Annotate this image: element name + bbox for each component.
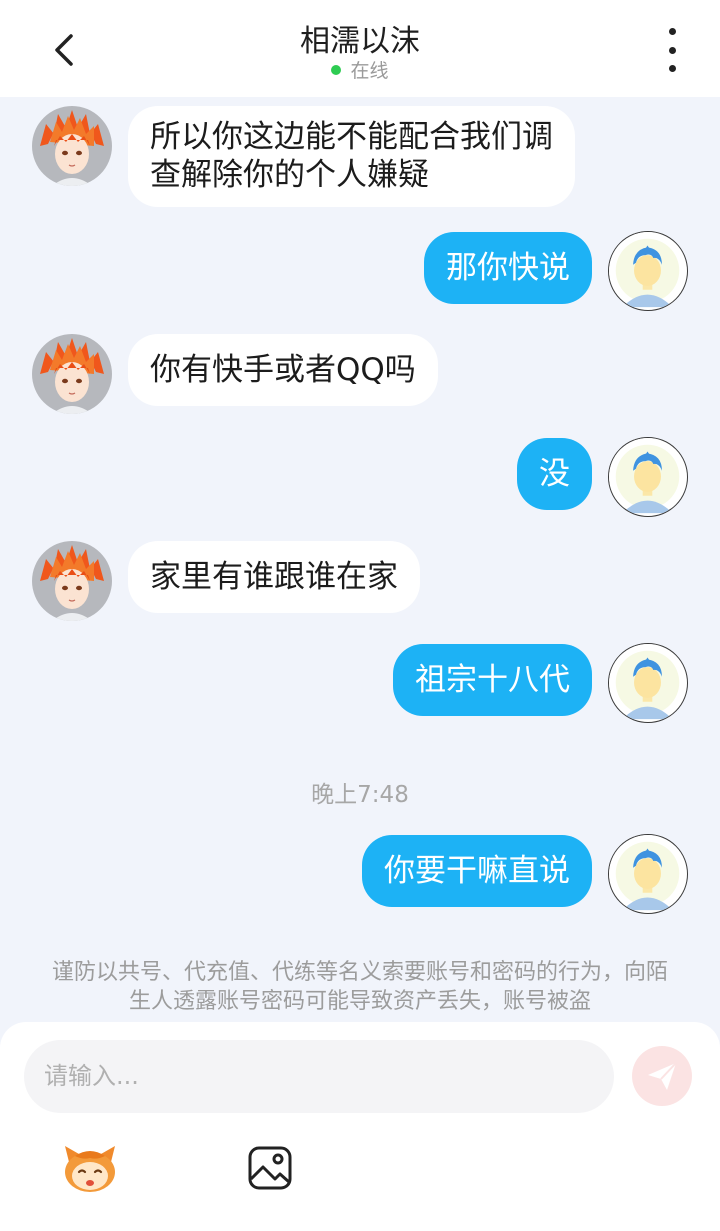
message-text: 家里有谁跟谁在家 <box>150 559 398 595</box>
more-options-button[interactable] <box>652 28 692 72</box>
emoji-mascot-icon <box>65 1146 115 1192</box>
security-notice: 谨防以共号、代充值、代练等名义索要账号和密码的行为，向陌生人透露账号密码可能导致… <box>51 960 668 1014</box>
message-text: 没 <box>539 456 570 492</box>
message-text: 你要干嘛直说 <box>384 853 570 889</box>
online-dot-icon <box>331 65 342 75</box>
message-text: 你有快手或者QQ吗 <box>150 352 416 388</box>
my-avatar[interactable] <box>608 231 688 311</box>
message-bubble-outgoing[interactable]: 没 <box>517 438 592 510</box>
contact-avatar[interactable] <box>32 541 112 621</box>
message-bubble-incoming[interactable]: 你有快手或者QQ吗 <box>128 334 438 406</box>
message-bubble-outgoing[interactable]: 那你快说 <box>424 232 592 304</box>
emoji-button[interactable] <box>60 1138 120 1198</box>
input-panel: 请输入... <box>0 1022 720 1231</box>
message-bubble-incoming[interactable]: 家里有谁跟谁在家 <box>128 541 420 613</box>
contact-avatar[interactable] <box>32 106 112 186</box>
message-bubble-incoming[interactable]: 所以你这边能不能配合我们调 查解除你的个人嫌疑 <box>128 106 575 207</box>
send-icon <box>648 1062 677 1090</box>
online-status: 在线 <box>0 56 720 83</box>
online-status-label: 在线 <box>350 60 389 82</box>
message-text-line: 查解除你的个人嫌疑 <box>150 157 429 193</box>
image-button[interactable] <box>240 1138 300 1198</box>
contact-avatar[interactable] <box>32 334 112 414</box>
my-avatar[interactable] <box>608 437 688 517</box>
message-text: 祖宗十八代 <box>415 662 570 698</box>
contact-name: 相濡以沫 <box>300 24 420 59</box>
message-bubble-outgoing[interactable]: 你要干嘛直说 <box>362 835 592 907</box>
my-avatar[interactable] <box>608 834 688 914</box>
message-timestamp: 晚上7:48 <box>311 782 409 808</box>
message-text: 那你快说 <box>446 250 570 286</box>
message-input[interactable]: 请输入... <box>24 1040 614 1113</box>
chat-header: 相濡以沫 在线 <box>0 0 720 97</box>
image-icon <box>248 1146 292 1190</box>
more-vertical-icon <box>668 28 676 35</box>
send-button[interactable] <box>632 1046 692 1106</box>
message-bubble-outgoing[interactable]: 祖宗十八代 <box>393 644 592 716</box>
message-text-line: 所以你这边能不能配合我们调 <box>150 119 553 155</box>
my-avatar[interactable] <box>608 643 688 723</box>
